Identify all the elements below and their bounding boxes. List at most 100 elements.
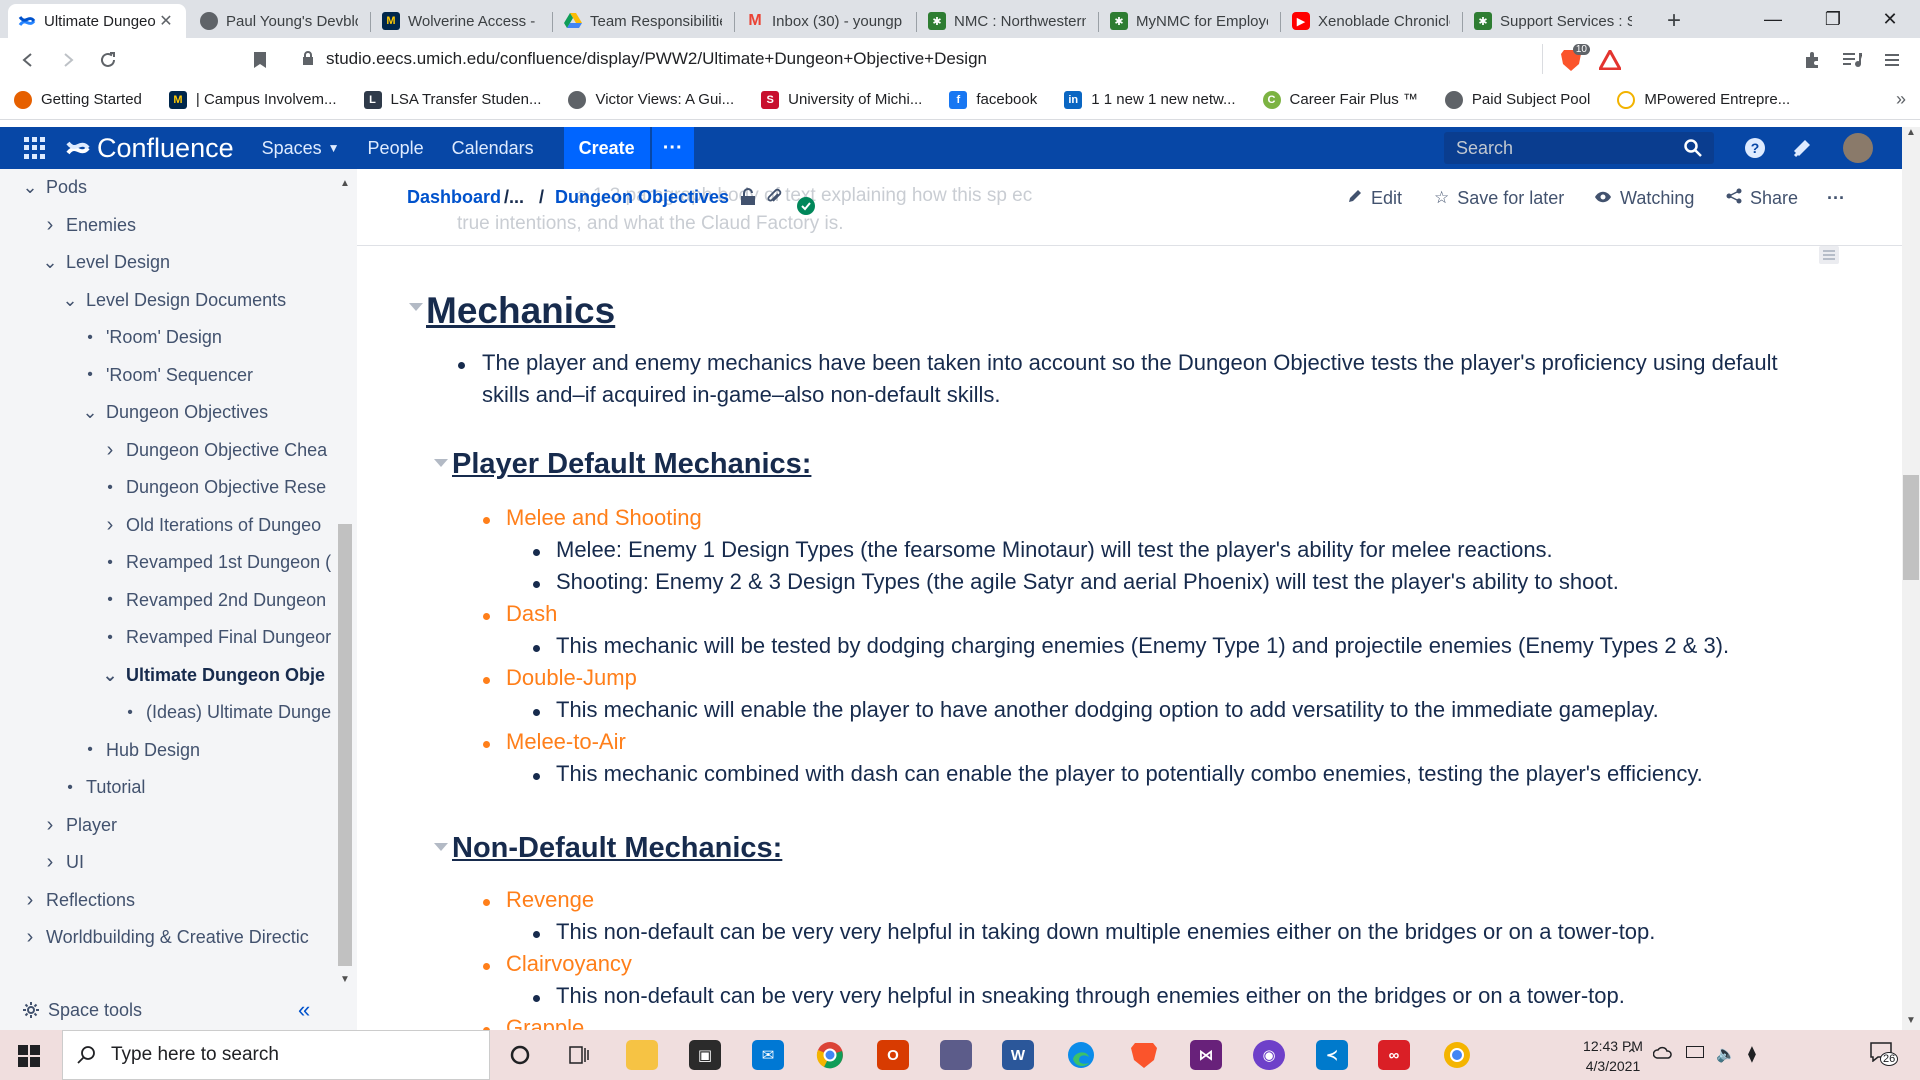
volume-icon[interactable]: 🔈 xyxy=(1716,1044,1736,1064)
sidebar-item[interactable]: • Revamped 1st Dungeon ( xyxy=(100,544,338,581)
tab-xenoblade[interactable]: ▶ Xenoblade Chronicle xyxy=(1282,4,1460,38)
notifications-icon[interactable] xyxy=(1789,135,1815,161)
page-scroll-thumb[interactable] xyxy=(1903,475,1919,580)
sidebar-item[interactable]: › Reflections xyxy=(20,882,338,919)
brave-icon[interactable] xyxy=(1128,1040,1160,1070)
bookmark-victor-views[interactable]: Victor Views: A Gui... xyxy=(568,90,734,109)
bookmarks-overflow-button[interactable]: » xyxy=(1896,89,1906,110)
chevron-down-icon[interactable]: ⌄ xyxy=(40,252,60,273)
page-scrollbar[interactable]: ▲ ▼ xyxy=(1902,127,1920,1030)
browser-menu-icon[interactable] xyxy=(1878,46,1906,74)
chevron-down-icon[interactable]: ⌄ xyxy=(20,177,40,198)
brave-shields-icon[interactable]: 10 xyxy=(1554,44,1590,74)
scroll-up-icon[interactable]: ▲ xyxy=(340,178,350,189)
space-tools-button[interactable]: Space tools « xyxy=(0,990,340,1030)
sidebar-item[interactable]: › Dungeon Objective Chea xyxy=(100,432,338,469)
taskbar-clock[interactable]: 12:43 PM 4/3/2021 xyxy=(1573,1036,1653,1076)
task-view-icon[interactable] xyxy=(563,1040,595,1070)
bookmark-paid-subject-pool[interactable]: Paid Subject Pool xyxy=(1444,90,1590,109)
bookmark-university-of-michigan[interactable]: S University of Michi... xyxy=(761,90,922,109)
tab-mynmc[interactable]: ✱ MyNMC for Employe xyxy=(1100,4,1278,38)
sidebar-item[interactable]: › Enemies xyxy=(40,207,338,244)
creative-cloud-icon[interactable]: ∞ xyxy=(1378,1040,1410,1070)
watching-button[interactable]: Watching xyxy=(1594,185,1694,211)
minimize-button[interactable]: — xyxy=(1743,0,1803,38)
breadcrumb-current[interactable]: Dungeon Objectives xyxy=(555,187,729,208)
dropbox-icon[interactable]: ⧫ xyxy=(1748,1044,1756,1064)
address-bar[interactable]: studio.eecs.umich.edu/confluence/display… xyxy=(290,43,1560,75)
windows-start-icon[interactable] xyxy=(18,1045,40,1072)
tab-ultimate-dungeon[interactable]: Ultimate Dungeo ✕ xyxy=(8,4,186,38)
brave-rewards-icon[interactable] xyxy=(1596,46,1624,74)
search-input[interactable]: Search xyxy=(1444,132,1714,164)
tab-gmail-inbox[interactable]: M Inbox (30) - youngp xyxy=(736,4,914,38)
chrome-icon[interactable] xyxy=(814,1040,846,1070)
create-more-button[interactable]: ··· xyxy=(651,127,694,169)
nav-people[interactable]: People xyxy=(368,138,424,159)
create-button[interactable]: Create xyxy=(563,127,650,169)
bookmark-facebook[interactable]: f facebook xyxy=(949,90,1037,109)
breadcrumb-ellipsis[interactable]: /... xyxy=(504,187,524,208)
bookmark-career-fair-plus[interactable]: C Career Fair Plus ™ xyxy=(1262,90,1418,109)
collapse-section-icon[interactable] xyxy=(434,843,448,851)
sidebar-item[interactable]: ⌄ Level Design xyxy=(40,244,338,281)
mechanic-link[interactable]: Melee and Shooting xyxy=(506,505,702,531)
tab-support-services[interactable]: ✱ Support Services : St xyxy=(1464,4,1642,38)
scroll-down-icon[interactable]: ▼ xyxy=(340,974,350,985)
attachment-icon[interactable] xyxy=(766,188,782,211)
close-window-button[interactable]: ✕ xyxy=(1860,0,1920,38)
more-actions-button[interactable]: ··· xyxy=(1827,185,1845,211)
word-icon[interactable]: W xyxy=(1002,1040,1034,1070)
collapse-section-icon[interactable] xyxy=(434,459,448,467)
action-center-icon[interactable]: 26 xyxy=(1870,1042,1899,1067)
app-switcher-icon[interactable] xyxy=(24,137,46,159)
extensions-icon[interactable] xyxy=(1798,46,1826,74)
help-icon[interactable]: ? xyxy=(1742,135,1768,161)
taskbar-search-input[interactable]: Type here to search xyxy=(62,1030,490,1080)
breadcrumb-dashboard[interactable]: Dashboard xyxy=(407,187,501,208)
nav-spaces[interactable]: Spaces ▼ xyxy=(262,138,340,159)
tab-close-icon[interactable]: ✕ xyxy=(156,11,176,31)
maximize-button[interactable]: ❐ xyxy=(1803,0,1863,38)
media-controls-icon[interactable] xyxy=(1838,46,1866,74)
chevron-down-icon[interactable]: ⌄ xyxy=(100,665,120,686)
sidebar-item[interactable]: ⌄ Ultimate Dungeon Obje xyxy=(100,657,338,694)
chevron-right-icon[interactable]: › xyxy=(20,889,40,912)
onedrive-icon[interactable] xyxy=(1652,1046,1673,1065)
bookmark-mpowered[interactable]: MPowered Entrepre... xyxy=(1617,90,1790,109)
avatar[interactable] xyxy=(1843,133,1873,163)
mechanic-link[interactable]: Melee-to-Air xyxy=(506,729,626,755)
collapse-sidebar-button[interactable]: « xyxy=(298,997,310,1023)
bookmark-lsa-transfer[interactable]: L LSA Transfer Studen... xyxy=(363,90,541,109)
reload-icon[interactable] xyxy=(94,46,122,74)
bookmark-getting-started[interactable]: Getting Started xyxy=(14,90,142,109)
bookmark-icon[interactable] xyxy=(246,46,274,74)
sidebar-item[interactable]: › Player xyxy=(40,807,338,844)
github-desktop-icon[interactable]: ◉ xyxy=(1253,1040,1285,1070)
chevron-right-icon[interactable]: › xyxy=(100,439,120,462)
nav-calendars[interactable]: Calendars xyxy=(452,138,534,159)
save-for-later-button[interactable]: ☆ Save for later xyxy=(1434,185,1564,211)
sidebar-item[interactable]: • (Ideas) Ultimate Dunge xyxy=(120,694,338,731)
visual-studio-icon[interactable]: ⋈ xyxy=(1190,1040,1222,1070)
sidebar-item[interactable]: ⌄ Dungeon Objectives xyxy=(80,394,338,431)
edit-button[interactable]: Edit xyxy=(1347,185,1402,211)
tab-devblog[interactable]: Paul Young's Devblo xyxy=(190,4,368,38)
tab-wolverine-access[interactable]: M Wolverine Access - F xyxy=(372,4,550,38)
share-button[interactable]: Share xyxy=(1726,185,1798,211)
sidebar-scrollbar[interactable]: ▲ ▼ xyxy=(338,178,352,985)
sidebar-item[interactable]: • Hub Design xyxy=(80,732,338,769)
chevron-right-icon[interactable]: › xyxy=(40,814,60,837)
file-explorer-icon[interactable] xyxy=(626,1040,658,1070)
chevron-right-icon[interactable]: › xyxy=(20,926,40,949)
mechanic-link[interactable]: Double-Jump xyxy=(506,665,637,691)
collapse-section-icon[interactable] xyxy=(409,303,423,311)
sidebar-item[interactable]: ⌄ Level Design Documents xyxy=(60,282,338,319)
sidebar-item[interactable]: • 'Room' Design xyxy=(80,319,338,356)
photos-icon[interactable] xyxy=(940,1040,972,1070)
office-icon[interactable]: O xyxy=(877,1040,909,1070)
sidebar-item[interactable]: › Old Iterations of Dungeo xyxy=(100,507,338,544)
sidebar-item[interactable]: • Revamped 2nd Dungeon xyxy=(100,582,338,619)
store-icon[interactable]: ▣ xyxy=(689,1040,721,1070)
sidebar-item[interactable]: • Tutorial xyxy=(60,769,338,806)
